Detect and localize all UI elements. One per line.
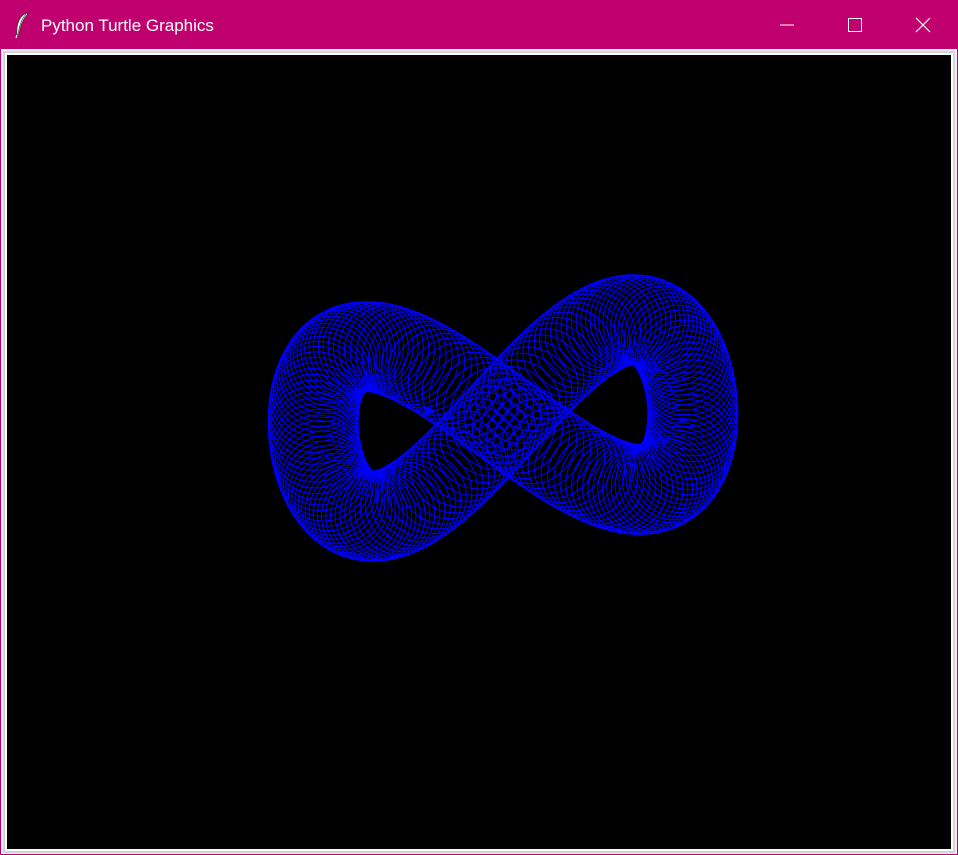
turtle-window: Python Turtle Graphics	[0, 0, 958, 855]
minimize-button[interactable]	[753, 1, 821, 49]
feather-icon	[15, 12, 29, 39]
title-bar[interactable]: Python Turtle Graphics	[1, 1, 957, 49]
figure-eight-circles	[267, 274, 739, 562]
maximize-icon	[848, 18, 862, 32]
close-button[interactable]	[889, 1, 957, 49]
turtle-drawing	[267, 274, 739, 562]
close-icon	[915, 17, 931, 33]
window-title: Python Turtle Graphics	[41, 16, 214, 35]
maximize-button[interactable]	[821, 1, 889, 49]
minimize-icon	[780, 24, 794, 26]
canvas-frame	[3, 51, 955, 853]
traced-circle	[528, 301, 620, 393]
turtle-canvas[interactable]	[7, 55, 951, 849]
